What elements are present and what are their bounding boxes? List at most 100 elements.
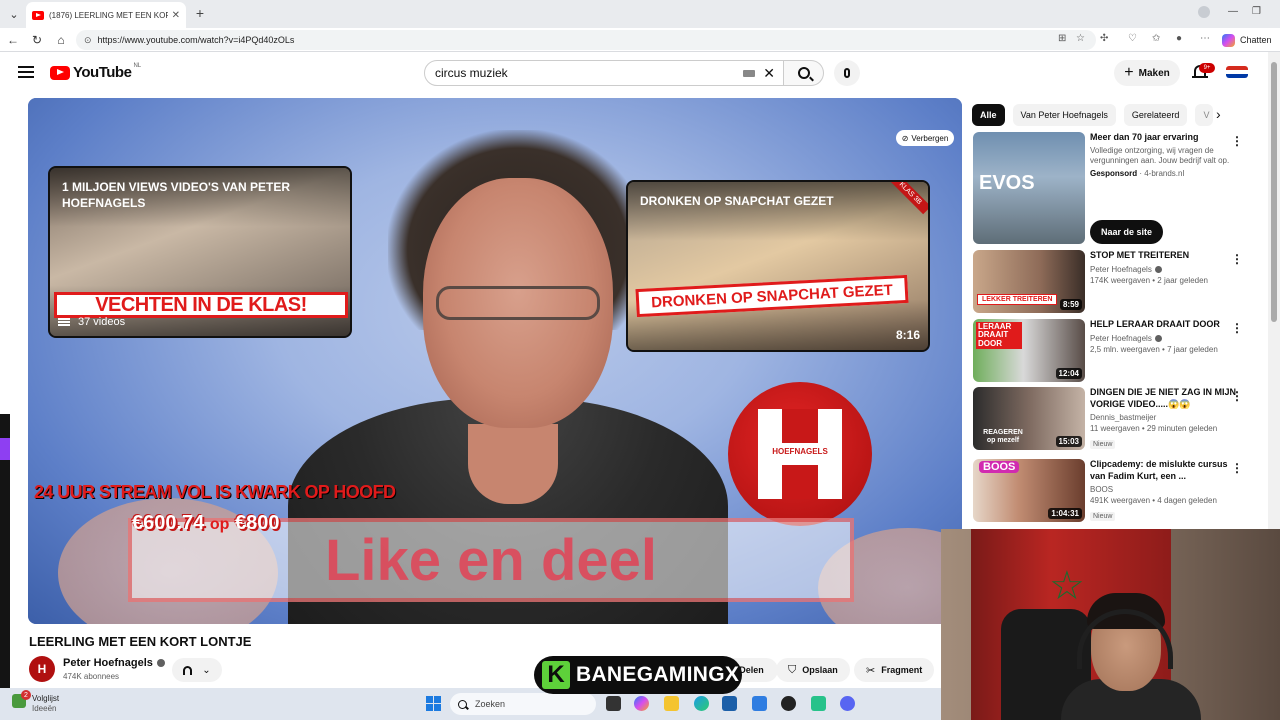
save-button[interactable]: ⛉ Opslaan xyxy=(776,658,850,682)
keyboard-icon[interactable] xyxy=(743,70,755,77)
share-label: Delen xyxy=(739,665,764,675)
home-icon[interactable]: ⌂ xyxy=(52,31,70,49)
extensions-icon[interactable]: ✣ xyxy=(1100,33,1108,44)
verified-badge-icon xyxy=(1154,334,1162,342)
obs-icon[interactable] xyxy=(781,696,796,711)
recommendation-meta: 174K weergaven • 2 jaar geleden xyxy=(1090,275,1208,285)
tab-actions-chevron-icon[interactable]: ⌄ xyxy=(4,4,24,24)
chip-all[interactable]: Alle xyxy=(972,104,1005,126)
bookmark-icon: ⛉ xyxy=(788,663,797,676)
youtube-logo[interactable]: YouTube NL xyxy=(50,63,141,81)
restore-icon[interactable]: ❐ xyxy=(1252,6,1261,17)
recommendation-meta: 491K weergaven • 4 dagen geleden xyxy=(1090,496,1217,506)
back-arrow-icon[interactable]: ← xyxy=(4,31,22,49)
hide-eye-icon: ⊘ xyxy=(901,133,909,143)
tab-close-icon[interactable]: ✕ xyxy=(172,10,180,21)
donation-separator: op xyxy=(209,516,230,533)
copilot-chat-button[interactable]: Chatten xyxy=(1222,32,1272,48)
more-actions-icon[interactable]: ⋮ xyxy=(1231,321,1243,335)
new-badge: Nieuw xyxy=(1090,440,1116,450)
favorites-icon[interactable]: ✩ xyxy=(1152,33,1160,44)
channel-name-link[interactable]: Peter Hoefnagels xyxy=(63,657,165,669)
search-input[interactable]: circus muziek ✕ xyxy=(424,60,784,86)
search-icon xyxy=(797,67,810,79)
streamer-logo-letter: K xyxy=(542,661,570,689)
taskbar-search-input[interactable]: Zoeken xyxy=(450,693,596,715)
save-label: Opslaan xyxy=(802,665,838,675)
recommendation-thumbnail: LERAAR DRAAIT DOOR 12:04 xyxy=(973,319,1085,382)
thumbnail-caption: LEKKER TREITEREN xyxy=(977,294,1058,305)
playlist-count: 37 videos xyxy=(58,316,125,328)
end-card-playlist[interactable]: 1 MILJOEN VIEWS VIDEO'S VAN PETER HOEFNA… xyxy=(48,166,352,338)
voice-search-button[interactable] xyxy=(834,60,860,86)
playlist-icon xyxy=(58,318,70,326)
duration-badge: 8:59 xyxy=(1059,299,1082,310)
left-edge-panel xyxy=(0,414,10,688)
hamburger-menu-icon[interactable] xyxy=(18,66,34,78)
account-avatar[interactable] xyxy=(1226,66,1248,78)
sponsored-domain: 4-brands.nl xyxy=(1144,169,1185,179)
playlist-count-label: 37 videos xyxy=(78,316,126,328)
app-icon[interactable] xyxy=(811,696,826,711)
copilot-taskbar-icon[interactable] xyxy=(634,696,649,711)
clear-search-icon[interactable]: ✕ xyxy=(763,65,775,82)
left-edge-accent xyxy=(0,438,10,460)
recommendation-channel-line: Dennis_bastmeijer xyxy=(1090,413,1240,422)
address-bar[interactable]: ⊙ https://www.youtube.com/watch?v=i4PQd4… xyxy=(76,30,1096,50)
more-menu-icon[interactable]: ⋯ xyxy=(1200,33,1210,44)
new-badge: Nieuw xyxy=(1090,512,1116,522)
edge-browser-icon[interactable] xyxy=(694,696,709,711)
hoefnagels-logo-text: HOEFNAGELS xyxy=(772,447,828,456)
reload-icon[interactable]: ↻ xyxy=(28,31,46,49)
microphone-icon xyxy=(844,68,850,78)
browser-profile-avatar[interactable] xyxy=(1198,6,1210,18)
more-actions-icon[interactable]: ⋮ xyxy=(1231,134,1243,148)
file-explorer-icon[interactable] xyxy=(664,696,679,711)
profile-icon[interactable]: ● xyxy=(1176,33,1182,44)
discord-icon[interactable] xyxy=(840,696,855,711)
start-button-windows-icon[interactable] xyxy=(426,696,441,711)
favorite-star-icon[interactable]: ☆ xyxy=(1076,33,1085,44)
site-info-icon[interactable]: ⊙ xyxy=(84,35,92,46)
recommendation-channel: BOOS xyxy=(1090,485,1114,495)
more-actions-icon[interactable]: ⋮ xyxy=(1231,252,1243,266)
outlook-icon[interactable] xyxy=(752,696,767,711)
app-available-icon[interactable]: ⊞ xyxy=(1058,33,1066,44)
channel-avatar[interactable]: H xyxy=(29,656,55,682)
minimize-icon[interactable]: — xyxy=(1228,6,1238,17)
search-button[interactable] xyxy=(784,60,824,86)
stream-goal-text: 24 UUR STREAM VOL IS KWARK OP HOOFD xyxy=(34,482,396,502)
hoefnagels-logo: HOEFNAGELS xyxy=(728,382,872,526)
widgets-button[interactable]: 2 Volglijst Ideeën xyxy=(12,690,59,714)
notification-badge: 9+ xyxy=(1199,63,1215,73)
browser-essentials-icon[interactable]: ♡ xyxy=(1128,33,1137,44)
video-player[interactable]: ⊘ Verbergen 1 MILJOEN VIEWS VIDEO'S VAN … xyxy=(28,98,962,624)
scrollbar-thumb[interactable] xyxy=(1271,62,1277,322)
more-actions-icon[interactable]: ⋮ xyxy=(1231,461,1243,475)
hide-cards-button[interactable]: ⊘ Verbergen xyxy=(896,130,954,146)
copilot-icon xyxy=(1222,33,1235,47)
thumbnail-caption: REAGEREN op mezelf xyxy=(983,429,1023,444)
chips-next-arrow-icon[interactable]: › xyxy=(1216,106,1221,122)
duration-badge: 1:04:31 xyxy=(1048,508,1082,519)
visit-site-button[interactable]: Naar de site xyxy=(1090,220,1164,244)
browser-tab-active[interactable]: (1876) LEERLING MET EEN KORT LONTJE - Yo… xyxy=(26,2,186,28)
end-card-video[interactable]: KLAS 3B DRONKEN OP SNAPCHAT GEZET DRONKE… xyxy=(626,180,930,352)
sponsored-description: Volledige ontzorging, wij vragen de verg… xyxy=(1090,145,1230,166)
create-button[interactable]: + Maken xyxy=(1114,60,1180,86)
store-icon[interactable] xyxy=(722,696,737,711)
clip-button[interactable]: ✂ Fragment xyxy=(854,658,935,682)
recommendation-channel: Peter Hoefnagels xyxy=(1090,333,1152,343)
create-label: Maken xyxy=(1138,67,1170,79)
subscription-notifications-button[interactable]: ⌄ xyxy=(172,658,222,682)
chip-from-channel[interactable]: Van Peter Hoefnagels xyxy=(1012,104,1116,126)
chip-related[interactable]: Gerelateerd xyxy=(1123,104,1188,126)
webcam-flag-star-icon: ☆ xyxy=(1049,564,1085,608)
task-view-icon[interactable] xyxy=(606,696,621,711)
recommendation-channel-line: Peter Hoefnagels xyxy=(1090,334,1240,343)
browser-tab-bar: ⌄ (1876) LEERLING MET EEN KORT LONTJE - … xyxy=(0,0,1280,28)
new-tab-icon[interactable]: + xyxy=(192,5,208,21)
more-actions-icon[interactable]: ⋮ xyxy=(1231,389,1243,403)
hide-cards-label: Verbergen xyxy=(911,133,949,143)
chip-more[interactable]: V xyxy=(1195,104,1214,126)
